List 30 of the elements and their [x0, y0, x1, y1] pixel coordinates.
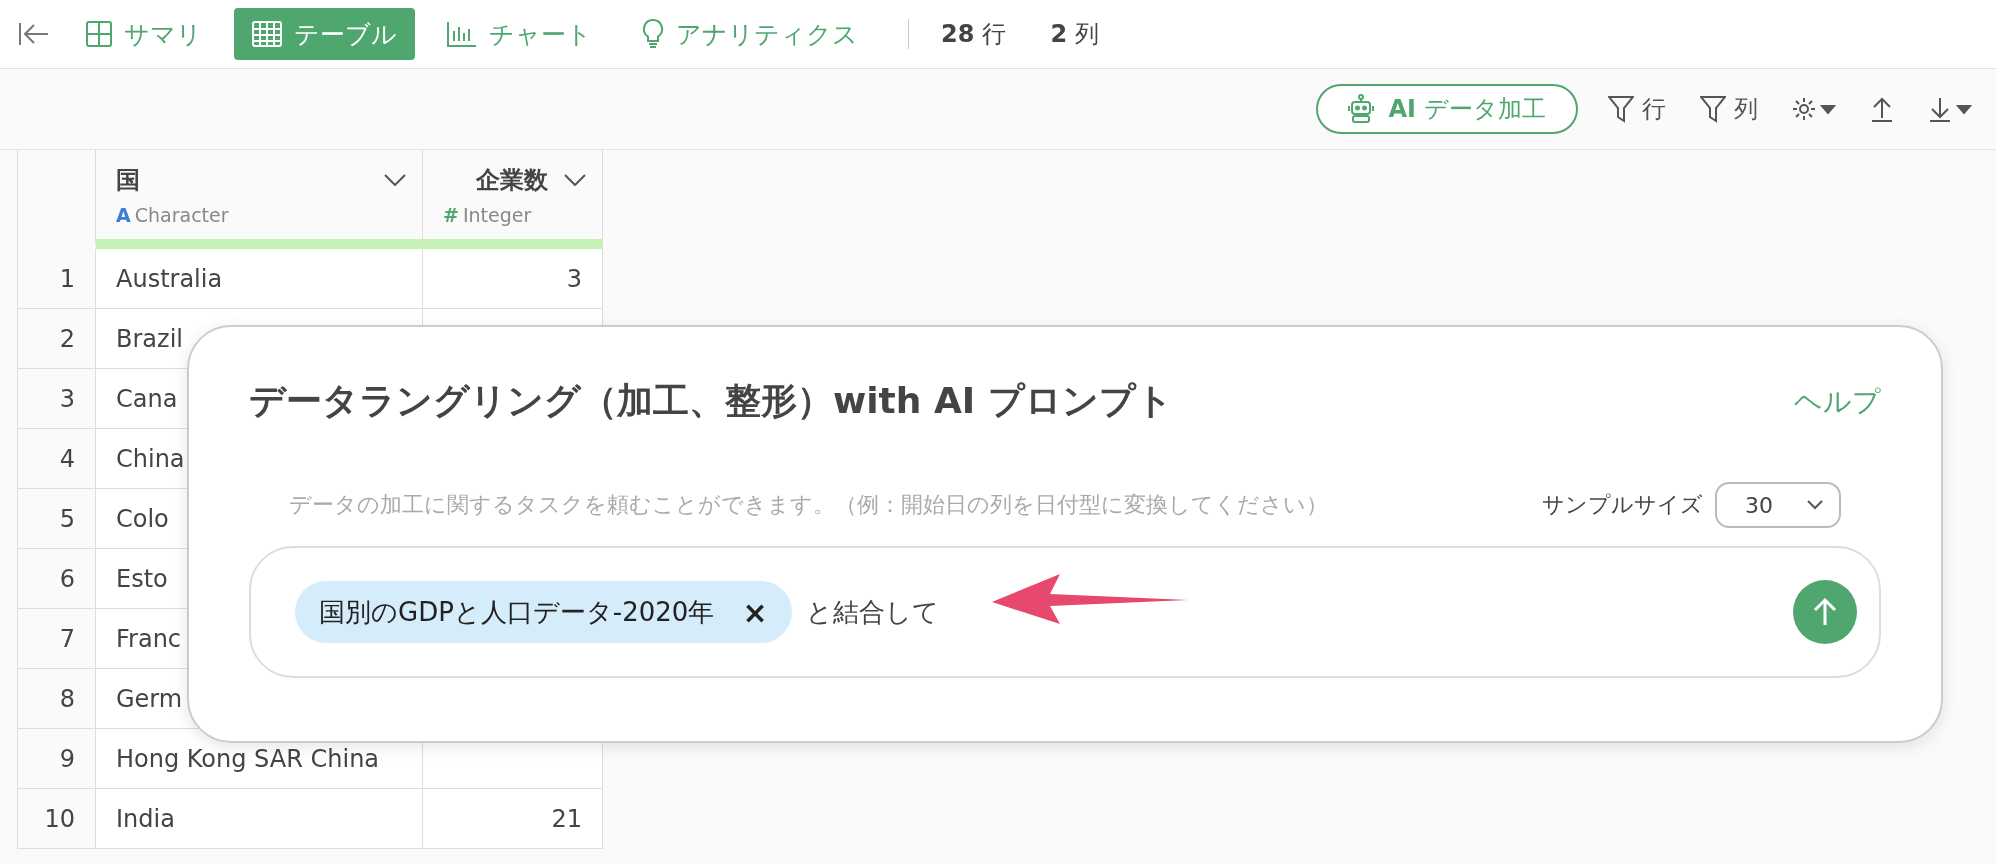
row-number: 5 — [18, 489, 96, 549]
row-number: 9 — [18, 729, 96, 789]
row-number: 1 — [18, 249, 96, 309]
column-name: 企業数 — [476, 165, 548, 196]
table-cell: India — [96, 789, 423, 849]
row-number: 3 — [18, 369, 96, 429]
row-number: 4 — [18, 429, 96, 489]
table-cell: 3 — [423, 249, 603, 309]
row-number: 8 — [18, 669, 96, 729]
sample-size-label: サンプルサイズ — [1542, 491, 1703, 519]
row-number: 2 — [18, 309, 96, 369]
table-cell: Australia — [96, 249, 423, 309]
row-number: 7 — [18, 609, 96, 669]
prompt-text: と結合して — [805, 595, 939, 629]
sample-size-select[interactable]: 30 — [1715, 482, 1841, 528]
column-header[interactable]: 企業数 # Integer — [423, 150, 603, 249]
column-name: 国 — [116, 165, 140, 196]
row-filter-button[interactable]: 行 — [1604, 89, 1670, 129]
row-number: 6 — [18, 549, 96, 609]
count-label: 28 行 — [941, 19, 1007, 50]
column-filter-button[interactable]: 列 — [1696, 89, 1762, 129]
column-type: # Integer — [443, 204, 533, 226]
table-cell: 21 — [423, 789, 603, 849]
remove-chip-button[interactable]: × — [742, 594, 768, 630]
row-number: 10 — [18, 789, 96, 849]
column-type: A Character — [116, 204, 230, 226]
column-header[interactable]: 国 A Character — [96, 150, 423, 249]
prompt-field[interactable]: 国別のGDPと人口データ-2020年 × と結合して — [249, 546, 1881, 678]
dataset-chip: 国別のGDPと人口データ-2020年 × — [295, 581, 792, 643]
count-label: 2 列 — [1050, 19, 1100, 50]
